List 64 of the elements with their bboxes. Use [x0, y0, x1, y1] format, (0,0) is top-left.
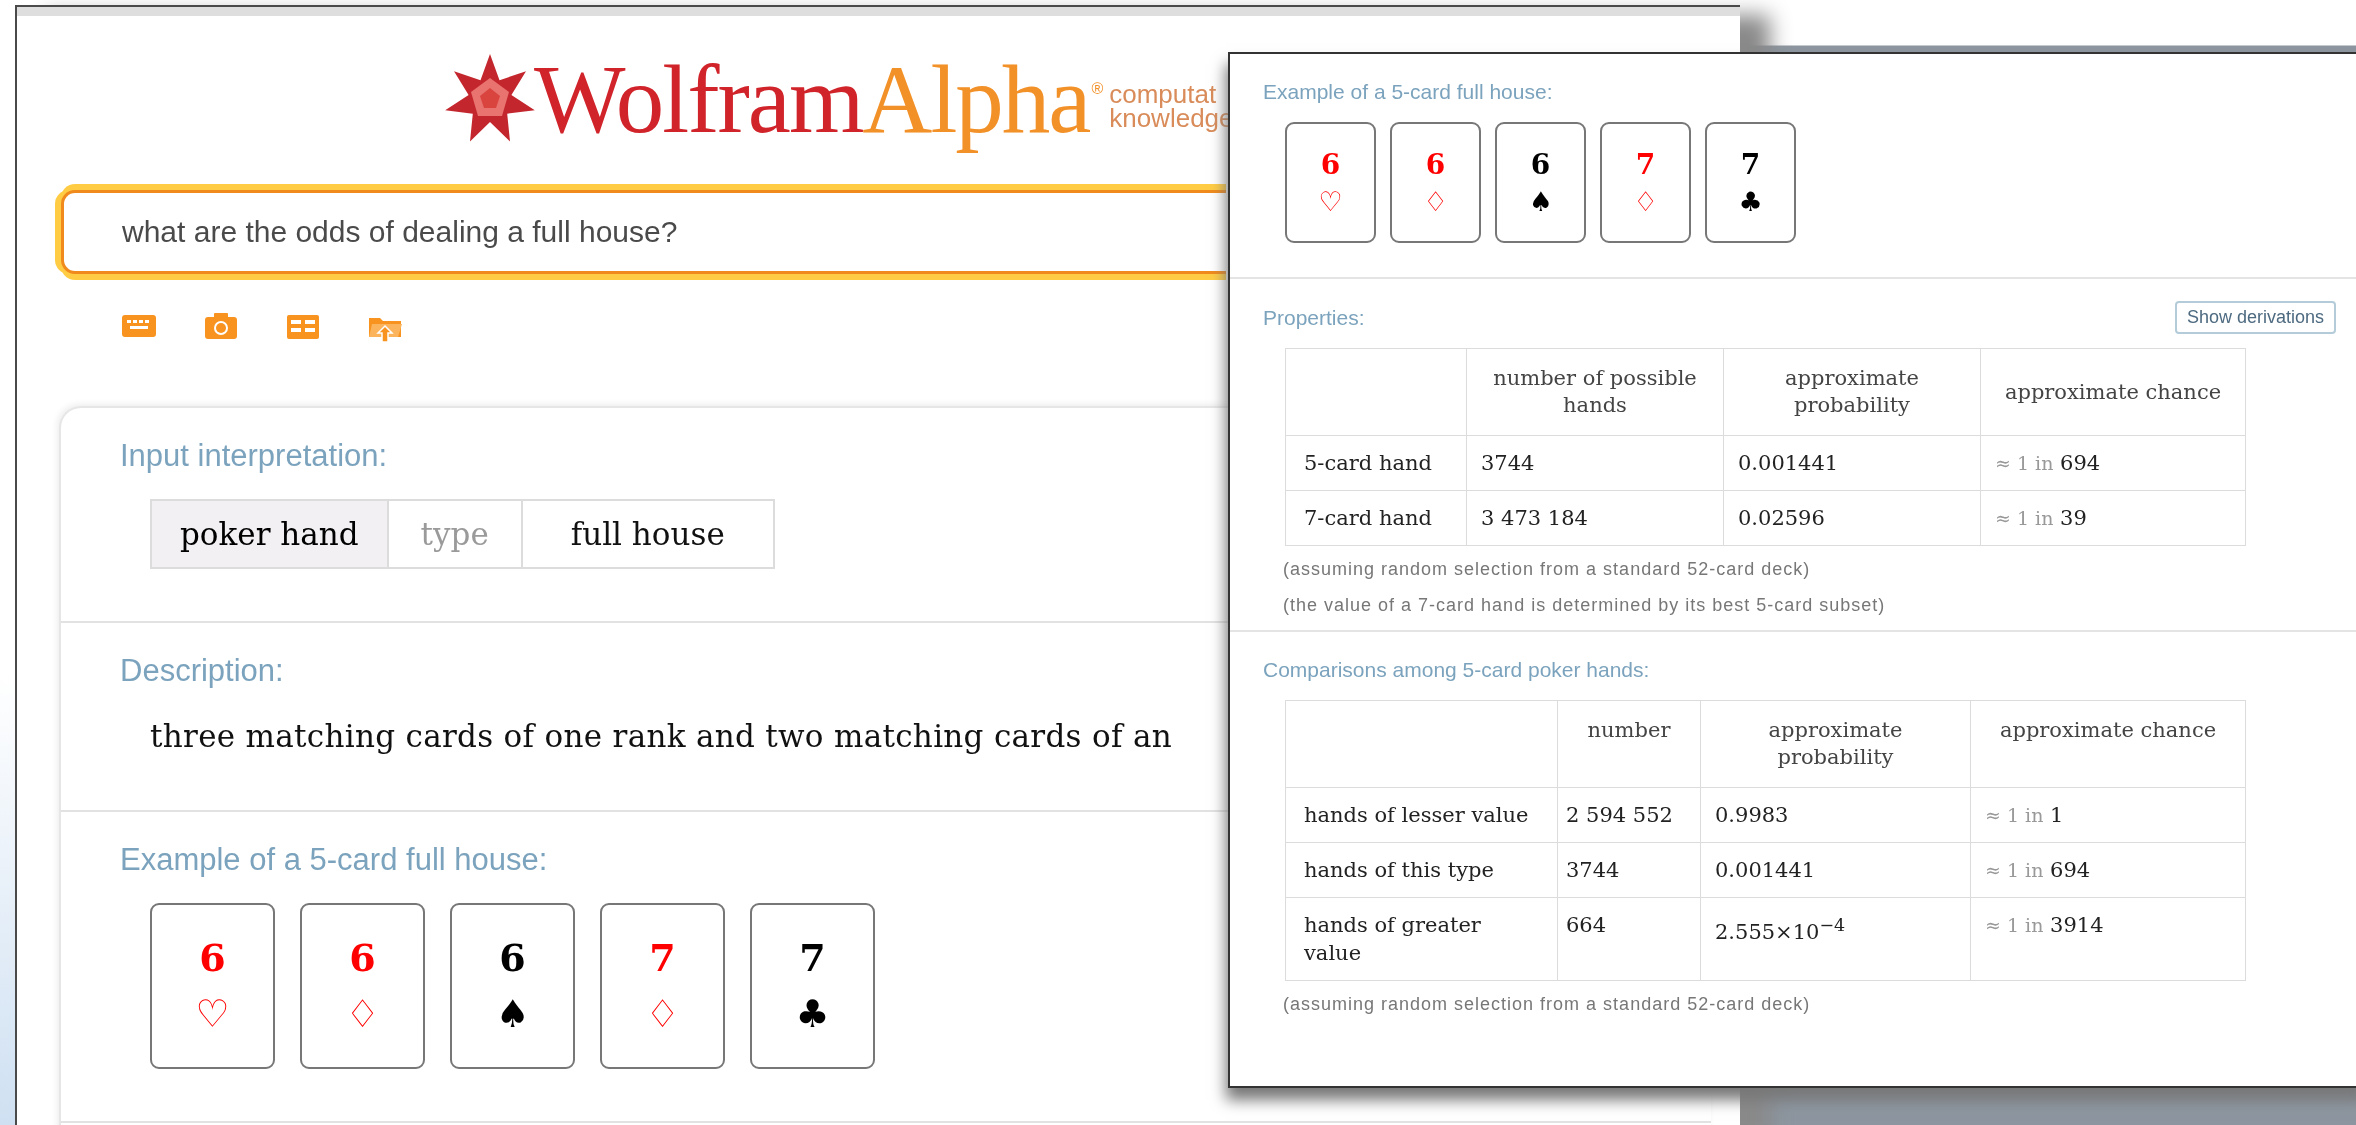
- registered-mark: ®: [1091, 80, 1104, 98]
- card-suit: ♠: [1528, 186, 1553, 217]
- table-cell: 664: [1557, 897, 1701, 981]
- footnote-text: (assuming random selection from a standard 52-card deck): [1283, 558, 1811, 580]
- row-header: hands of greater value: [1285, 897, 1558, 981]
- card-suit: ♣: [795, 992, 830, 1036]
- footnote-text: (the value of a 7-card hand is determined by its best 5-card subset): [1283, 594, 1886, 616]
- card-suit: ♡: [1318, 186, 1343, 217]
- pod-title: Example of a 5-card full house:: [120, 842, 548, 878]
- table-cell: ≈ 1 in 39: [1980, 490, 2246, 546]
- table-cell: ≈ 1 in 694: [1970, 842, 2246, 898]
- table-cell: ≈ 1 in 3914: [1970, 897, 2246, 981]
- pod-title: Input interpretation:: [120, 438, 388, 474]
- card-rank: 6: [499, 936, 526, 980]
- table-cell: 0.001441: [1700, 842, 1971, 898]
- column-header: approximate chance: [1970, 700, 2246, 788]
- table-cell: 2 594 552: [1557, 787, 1701, 843]
- card-suit: ♢: [345, 992, 380, 1036]
- column-header: number of possible hands: [1466, 348, 1724, 436]
- row-header: hands of lesser value: [1285, 787, 1558, 843]
- table-cell: ≈ 1 in 1: [1970, 787, 2246, 843]
- card-rank: 6: [199, 936, 226, 980]
- column-header: approximate probability: [1700, 700, 1971, 788]
- table-cell: 2.555×10$^{−4}$: [1700, 897, 1971, 981]
- description-text: three matching cards of one rank and two matching cards of an: [150, 717, 1172, 756]
- footnote-text: (assuming random selection from a standard 52-card deck): [1283, 993, 1811, 1015]
- interpretation-chip: type: [388, 499, 521, 569]
- show-derivations-button[interactable]: Show derivations: [2174, 301, 2336, 334]
- card-rank: 6: [1425, 148, 1446, 181]
- search-field[interactable]: what are the odds of dealing a full house?: [61, 190, 1226, 274]
- table-cell: 0.9983: [1700, 787, 1971, 843]
- card-rank: 6: [1320, 148, 1341, 181]
- table-cell: 3744: [1557, 842, 1701, 898]
- row-header: hands of this type: [1285, 842, 1558, 898]
- pod-title: Properties:: [1263, 305, 1365, 330]
- column-header: approximate probability: [1723, 348, 1981, 436]
- card-rank: 7: [649, 936, 676, 980]
- card-suit: ♢: [645, 992, 680, 1036]
- card-rank: 7: [799, 936, 826, 980]
- card-suit: ♢: [1633, 186, 1658, 217]
- pod-title: Comparisons among 5-card poker hands:: [1263, 658, 1650, 682]
- table-cell: 3744: [1466, 435, 1724, 491]
- card-suit: ♢: [1423, 186, 1448, 217]
- card-suit: ♣: [1738, 186, 1763, 217]
- logo-text: Wolfram: [534, 50, 863, 150]
- column-header: approximate chance: [1980, 348, 2246, 436]
- table-cell: 3 473 184: [1466, 490, 1724, 546]
- table-cell: 0.001441: [1723, 435, 1981, 491]
- pod-title: Description:: [120, 653, 284, 689]
- column-header: number: [1557, 700, 1701, 788]
- tagline-text: computat: [1109, 82, 1217, 106]
- interpretation-chip: poker hand: [150, 499, 389, 569]
- card-suit: ♡: [195, 992, 230, 1036]
- card-rank: 7: [1635, 148, 1656, 181]
- card-rank: 6: [349, 936, 376, 980]
- card-suit: ♠: [495, 992, 530, 1036]
- table-cell: ≈ 1 in 694: [1980, 435, 2246, 491]
- card-rank: 7: [1740, 148, 1761, 181]
- card-rank: 6: [1530, 148, 1551, 181]
- table-cell: 0.02596: [1723, 490, 1981, 546]
- row-header: 7-card hand: [1285, 490, 1467, 546]
- interpretation-chip: full house: [520, 499, 775, 569]
- pod-title: Example of a 5-card full house:: [1263, 80, 1553, 104]
- row-header: 5-card hand: [1285, 435, 1467, 491]
